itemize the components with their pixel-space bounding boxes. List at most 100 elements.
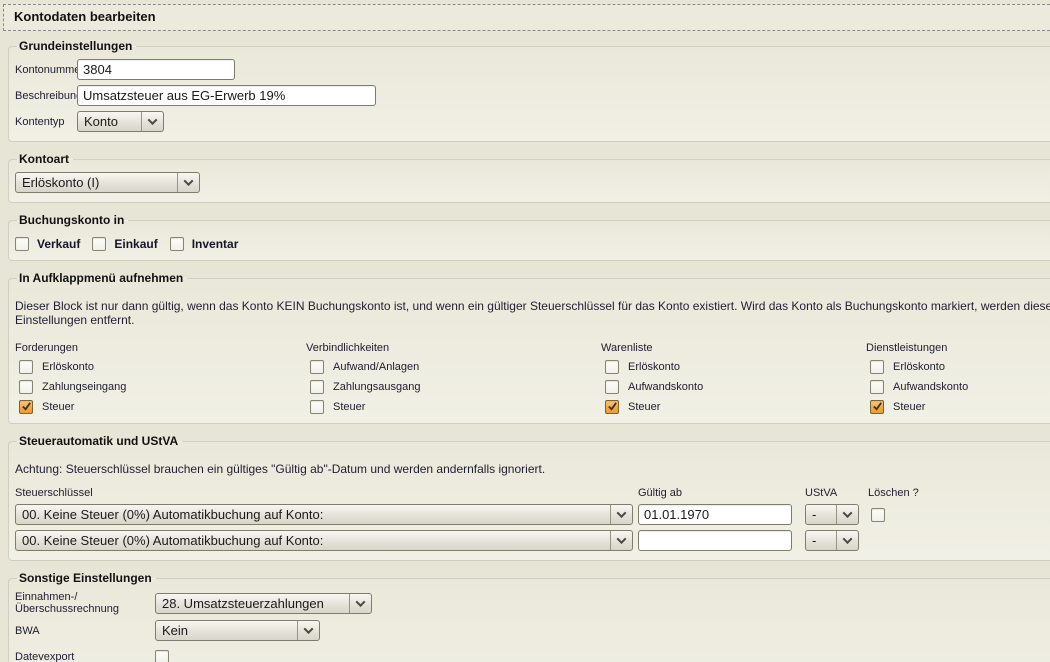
forderungen-erloeskonto-checkbox[interactable] — [19, 360, 33, 374]
dienstleistungen-steuer-checkbox[interactable] — [870, 400, 884, 414]
kontoart-select[interactable]: Erlöskonto (I) — [15, 172, 200, 193]
beschreibung-label: Beschreibung — [15, 90, 77, 102]
section-sonstige-legend: Sonstige Einstellungen — [17, 571, 156, 585]
checkbox-item: Steuer — [15, 400, 306, 414]
warenliste-steuer-checkbox[interactable] — [605, 400, 619, 414]
section-grundeinstellungen-legend: Grundeinstellungen — [17, 39, 136, 53]
kontentyp-select-button[interactable] — [141, 112, 163, 131]
checkbox-label: Zahlungsausgang — [333, 381, 420, 393]
ustva-select-1-button[interactable] — [836, 505, 858, 524]
checkbox-label: Aufwandskonto — [893, 381, 968, 393]
page-title-box: Kontodaten bearbeiten — [3, 4, 1050, 31]
steuerschluessel-select-1-button[interactable] — [610, 505, 632, 524]
checkbox-item: Aufwandskonto — [866, 380, 1050, 394]
gueltig-ab-input-1[interactable] — [638, 504, 792, 525]
checkbox-item-inventar: Inventar — [170, 237, 239, 251]
euer-select-value: 28. Umsatzsteuerzahlungen — [156, 594, 349, 613]
steuerschluessel-select-1[interactable]: 00. Keine Steuer (0%) Automatikbuchung a… — [15, 504, 633, 525]
checkmark-icon — [607, 401, 618, 412]
gueltig-ab-header: Gültig ab — [638, 487, 805, 499]
einkauf-checkbox-label: Einkauf — [114, 237, 157, 251]
datevexport-row: Datevexport — [15, 646, 1050, 662]
kontoart-row: Erlöskonto (I) — [15, 172, 1050, 193]
checkbox-label: Zahlungseingang — [42, 381, 126, 393]
kontonummer-input[interactable] — [77, 59, 235, 80]
checkbox-item: Steuer — [306, 400, 601, 414]
datevexport-checkbox[interactable] — [155, 650, 169, 662]
euer-select[interactable]: 28. Umsatzsteuerzahlungen — [155, 593, 372, 614]
ustva-select-2[interactable]: - — [805, 530, 859, 551]
column-verbindlichkeiten-header: Verbindlichkeiten — [306, 342, 601, 354]
datevexport-label: Datevexport — [15, 651, 155, 662]
steuer-table-header: Steuerschlüssel Gültig ab UStVA Löschen … — [15, 487, 1050, 499]
chevron-down-icon — [356, 597, 366, 607]
column-verbindlichkeiten: Verbindlichkeiten Aufwand/Anlagen Zahlun… — [306, 342, 601, 414]
section-steuerautomatik-legend: Steuerautomatik und UStVA — [17, 434, 182, 448]
section-aufklappmenu: In Aufklappmenü aufnehmen Dieser Block i… — [8, 271, 1050, 424]
steuerschluessel-select-2-value: 00. Keine Steuer (0%) Automatikbuchung a… — [16, 531, 610, 550]
forderungen-steuer-checkbox[interactable] — [19, 400, 33, 414]
verkauf-checkbox[interactable] — [15, 237, 29, 251]
section-aufklappmenu-legend: In Aufklappmenü aufnehmen — [17, 271, 187, 285]
beschreibung-input[interactable] — [77, 85, 376, 106]
dienstleistungen-aufwandskonto-checkbox[interactable] — [870, 380, 884, 394]
warenliste-erloeskonto-checkbox[interactable] — [605, 360, 619, 374]
section-steuerautomatik: Steuerautomatik und UStVA Achtung: Steue… — [8, 434, 1050, 561]
checkbox-label: Steuer — [333, 401, 365, 413]
beschreibung-row: Beschreibung — [15, 85, 1050, 106]
verbindlichkeiten-steuer-checkbox[interactable] — [310, 400, 324, 414]
forderungen-zahlungseingang-checkbox[interactable] — [19, 380, 33, 394]
einkauf-checkbox[interactable] — [92, 237, 106, 251]
warenliste-aufwandskonto-checkbox[interactable] — [605, 380, 619, 394]
steuer-row-1: 00. Keine Steuer (0%) Automatikbuchung a… — [15, 504, 1050, 525]
verbindlichkeiten-zahlungsausgang-checkbox[interactable] — [310, 380, 324, 394]
chevron-down-icon — [843, 534, 853, 544]
kontonummer-label: Kontonummer — [15, 64, 77, 76]
kontentyp-select[interactable]: Konto — [77, 111, 164, 132]
checkbox-item: Zahlungsausgang — [306, 380, 601, 394]
gueltig-ab-input-2[interactable] — [638, 530, 792, 551]
verbindlichkeiten-aufwand-checkbox[interactable] — [310, 360, 324, 374]
inventar-checkbox-label: Inventar — [192, 237, 239, 251]
bwa-select[interactable]: Kein — [155, 620, 320, 641]
checkbox-label: Erlöskonto — [628, 361, 680, 373]
kontoart-select-button[interactable] — [177, 173, 199, 192]
checkmark-icon — [872, 401, 883, 412]
steuerschluessel-select-2[interactable]: 00. Keine Steuer (0%) Automatikbuchung a… — [15, 530, 633, 551]
checkbox-label: Steuer — [42, 401, 74, 413]
verkauf-checkbox-label: Verkauf — [37, 237, 80, 251]
bwa-select-value: Kein — [156, 621, 297, 640]
steuerschluessel-select-1-value: 00. Keine Steuer (0%) Automatikbuchung a… — [16, 505, 610, 524]
dienstleistungen-erloeskonto-checkbox[interactable] — [870, 360, 884, 374]
chevron-down-icon — [184, 176, 194, 186]
chevron-down-icon — [617, 508, 627, 518]
section-grundeinstellungen: Grundeinstellungen Kontonummer Beschreib… — [8, 39, 1050, 142]
checkbox-label: Steuer — [893, 401, 925, 413]
kontentyp-label: Kontentyp — [15, 116, 77, 128]
ustva-select-1-value: - — [806, 505, 836, 524]
checkbox-label: Erlöskonto — [893, 361, 945, 373]
kontoart-select-value: Erlöskonto (I) — [16, 173, 177, 192]
bwa-select-button[interactable] — [297, 621, 319, 640]
section-buchungskonto-legend: Buchungskonto in — [17, 213, 128, 227]
ustva-select-2-button[interactable] — [836, 531, 858, 550]
checkbox-label: Aufwandskonto — [628, 381, 703, 393]
aufklappmenu-columns: Forderungen Erlöskonto Zahlungseingang S… — [15, 342, 1050, 414]
checkbox-item-einkauf: Einkauf — [92, 237, 157, 251]
ustva-select-1[interactable]: - — [805, 504, 859, 525]
checkbox-item: Erlöskonto — [866, 360, 1050, 374]
section-kontoart: Kontoart Erlöskonto (I) — [8, 152, 1050, 203]
euer-row: Einnahmen-/Überschussrechnung 28. Umsatz… — [15, 591, 1050, 615]
inventar-checkbox[interactable] — [170, 237, 184, 251]
steuerschluessel-select-2-button[interactable] — [610, 531, 632, 550]
checkbox-item: Erlöskonto — [15, 360, 306, 374]
checkbox-label: Steuer — [628, 401, 660, 413]
checkmark-icon — [21, 401, 32, 412]
loeschen-checkbox-1[interactable] — [871, 508, 885, 522]
kontentyp-row: Kontentyp Konto — [15, 111, 1050, 132]
column-dienstleistungen: Dienstleistungen Erlöskonto Aufwandskont… — [866, 342, 1050, 414]
section-buchungskonto: Buchungskonto in Verkauf Einkauf Inventa… — [8, 213, 1050, 261]
kontonummer-row: Kontonummer — [15, 59, 1050, 80]
euer-select-button[interactable] — [349, 594, 371, 613]
bwa-row: BWA Kein — [15, 620, 1050, 641]
